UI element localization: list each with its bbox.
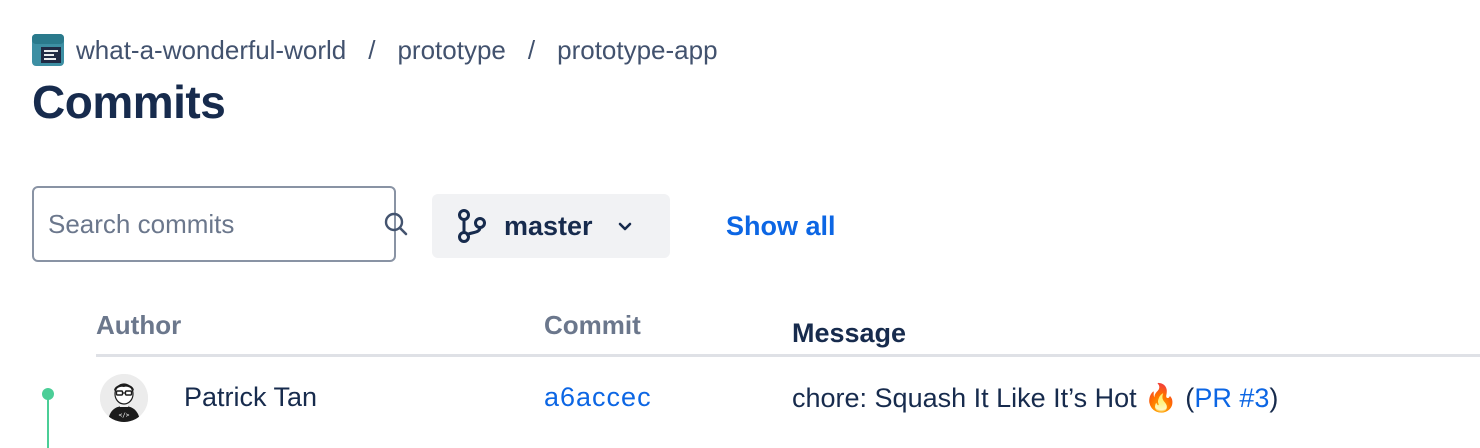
page-title: Commits xyxy=(32,76,226,128)
chevron-down-icon xyxy=(615,216,635,236)
search-box[interactable] xyxy=(32,186,408,262)
breadcrumb: what-a-wonderful-world / prototype / pro… xyxy=(32,32,718,68)
column-header-commit[interactable]: Commit xyxy=(544,310,641,341)
author-name: Patrick Tan xyxy=(184,382,318,412)
commit-graph-node xyxy=(42,388,54,400)
svg-text:</>: </> xyxy=(119,412,130,419)
show-all-link[interactable]: Show all xyxy=(726,206,836,246)
commits-table-header: Author Commit Message xyxy=(96,306,1480,357)
column-header-message[interactable]: Message xyxy=(792,318,906,349)
commits-page: what-a-wonderful-world / prototype / pro… xyxy=(0,0,1480,448)
pull-request-link[interactable]: PR #3 xyxy=(1194,383,1269,413)
project-board-icon xyxy=(32,34,64,66)
commit-graph-line xyxy=(47,394,49,448)
column-header-author[interactable]: Author xyxy=(96,310,181,341)
search-icon[interactable] xyxy=(383,211,409,237)
commit-message-close: ) xyxy=(1269,383,1279,413)
commit-message: chore: Squash It Like It’s Hot 🔥 (PR #3) xyxy=(792,382,1278,414)
breadcrumb-separator: / xyxy=(368,34,376,65)
table-row: </> Patrick Tan a6accec chore: Squash It… xyxy=(96,370,1480,426)
breadcrumb-separator: / xyxy=(527,34,536,65)
branch-selector-label: master xyxy=(504,210,593,241)
search-input[interactable] xyxy=(48,208,383,240)
avatar[interactable]: </> xyxy=(100,374,148,422)
breadcrumb-project-link[interactable]: what-a-wonderful-world xyxy=(76,35,346,66)
breadcrumb-workspace-link[interactable]: prototype xyxy=(397,35,505,66)
commit-hash-link[interactable]: a6accec xyxy=(544,382,652,413)
breadcrumb-repository-link[interactable]: prototype-app xyxy=(557,35,717,66)
branch-selector-button[interactable]: master xyxy=(432,194,670,258)
git-branch-icon xyxy=(456,208,488,244)
commit-message-text: chore: Squash It Like It’s Hot 🔥 ( xyxy=(792,383,1195,413)
